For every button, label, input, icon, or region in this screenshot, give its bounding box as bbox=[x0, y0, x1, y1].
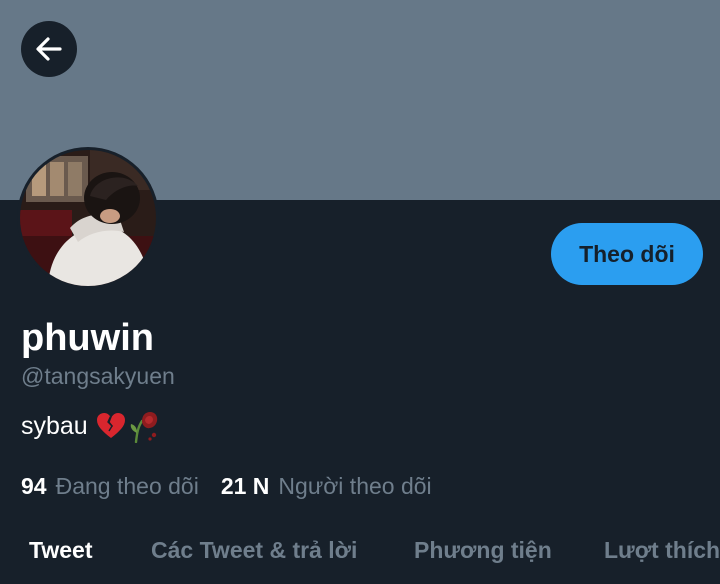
bio-emoji bbox=[96, 409, 160, 443]
followers-count: 21 N bbox=[220, 473, 270, 499]
following-label: Đang theo dõi bbox=[55, 473, 199, 499]
bio-text: sybau bbox=[21, 412, 88, 440]
arrow-left-icon bbox=[36, 37, 62, 61]
followers-label: Người theo dõi bbox=[278, 473, 432, 499]
bio: sybau bbox=[21, 409, 160, 443]
tab-tweets[interactable]: Tweet bbox=[29, 536, 92, 564]
profile-page: Theo dõi phuwin @tangsakyuen sybau 94 Đa… bbox=[0, 0, 720, 584]
avatar[interactable] bbox=[17, 147, 159, 289]
tab-tweets-and-replies[interactable]: Các Tweet & trả lời bbox=[151, 536, 357, 564]
following-count: 94 bbox=[21, 473, 47, 499]
profile-tabs: Tweet Các Tweet & trả lời Phương tiện Lư… bbox=[0, 520, 720, 584]
following-stat[interactable]: 94 Đang theo dõi bbox=[21, 472, 199, 500]
user-handle: @tangsakyuen bbox=[21, 363, 175, 389]
profile-photo bbox=[20, 150, 156, 286]
back-button[interactable] bbox=[21, 21, 77, 77]
wilted-rose-emoji bbox=[130, 412, 157, 443]
display-name: phuwin bbox=[21, 317, 154, 359]
broken-heart-emoji bbox=[96, 413, 125, 438]
followers-stat[interactable]: 21 N Người theo dõi bbox=[221, 472, 432, 500]
follow-button[interactable]: Theo dõi bbox=[551, 223, 703, 285]
profile-stats: 94 Đang theo dõi 21 N Người theo dõi bbox=[21, 472, 432, 500]
tab-likes[interactable]: Lượt thích bbox=[604, 536, 720, 564]
tab-media[interactable]: Phương tiện bbox=[414, 536, 552, 564]
